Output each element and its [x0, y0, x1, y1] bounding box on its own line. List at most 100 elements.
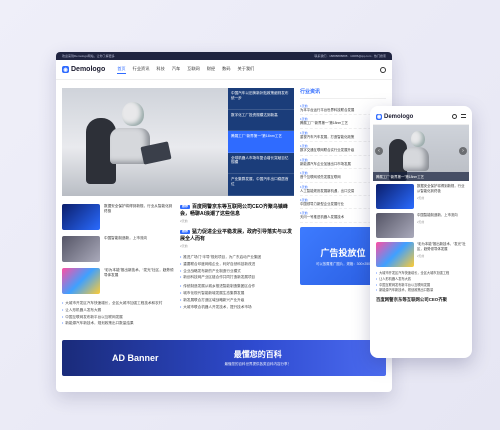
mobile-bullet-list: 大城市开发区汽车快速增长，全区大城市加强工程 让人形机器人发布大赛 中国互联网发…	[376, 271, 466, 294]
search-icon[interactable]	[380, 66, 386, 73]
ad-banner[interactable]: AD Banner 最懂您的百科 最懂您的百科世界提供各类百科内容分享！	[62, 340, 386, 376]
topbar-welcome: 欢迎来到Demologo网站，让你了解更多	[62, 54, 115, 58]
nav-internet[interactable]: 互联网	[187, 66, 200, 74]
bullet-link[interactable]: 推进广场门“半导”规划项目，为广东启动产业集团	[180, 254, 294, 261]
search-icon[interactable]	[452, 114, 457, 119]
article-title[interactable]: 数据安全保护将得到新规，行业从智能化到终极	[104, 204, 174, 230]
logo-icon: ◉	[62, 66, 69, 73]
bullet-link[interactable]: 新能源汽车新技术，规划政策出口数量	[376, 288, 466, 294]
nav-digital[interactable]: 数码	[222, 66, 230, 74]
timestamp: 2天前	[180, 219, 188, 223]
bullet-link[interactable]: 传统制造发展从城乡推进智能制造集团区合作	[180, 283, 294, 290]
hero-headline-list: 中国汽车以旧换新补贴政策细则发布统一步 数字化工厂投资规模达到新高 腾展工厂“新…	[228, 88, 294, 196]
article-title[interactable]: “彩为本能”推出新技术，“发光”社区，趋势领导体发展	[417, 242, 466, 252]
hero-headline-active[interactable]: 腾展工厂“新界第一”第18nm工艺	[228, 131, 294, 153]
mobile-nav-icons	[452, 114, 466, 119]
mobile-hero[interactable]: ‹ › 腾展工厂“新界第一”第18nm工艺	[373, 125, 469, 181]
bullet-link[interactable]: 新创科技网产业区链合作共同打造新发展项目	[180, 274, 294, 281]
hero-headline[interactable]: 数字化工厂投资规模达到新高	[228, 109, 294, 132]
list-item[interactable]: “彩为本能”推出新技术，“发光”社区，趋势领导体发展	[62, 268, 174, 294]
timestamp: 2天前	[417, 195, 425, 200]
article-title[interactable]: 中国智能制造新，上市流向	[417, 213, 458, 218]
robot-head-shape	[122, 102, 144, 126]
section-title: 行业资讯	[300, 88, 386, 99]
nav-auto[interactable]: 汽车	[172, 66, 180, 74]
article-title[interactable]: 数据安全保护将得到新规，行业从智能化到终极	[417, 184, 466, 194]
hero-headline[interactable]: 产业集群发展，中国汽车出口稳居首位	[228, 174, 294, 196]
mobile-list: 数据安全保护将得到新规，行业从智能化到终极 2天前 中国智能制造新，上市流向 2…	[373, 181, 469, 306]
article-cards: 数据安全保护将得到新规，行业从智能化到终极 中国智能制造新，上市流向 “彩为本能…	[62, 204, 294, 327]
article-thumbnail[interactable]	[62, 204, 100, 230]
bullet-link[interactable]: 城市化现代智能新城发展生态集群发展	[180, 290, 294, 297]
article-thumbnail[interactable]	[62, 236, 100, 262]
top-bar: 欢迎来到Demologo网站，让你了解更多 联系我们 · 18888888888…	[56, 52, 392, 60]
banner-text: 最懂您的百科 最懂您的百科世界提供各类百科内容分享！	[225, 349, 292, 367]
article-thumbnail[interactable]	[376, 184, 414, 209]
featured-item[interactable]: 推荐 猛力促进企业平稳发展，政府引导落实与以发展全人而有 2天前	[180, 229, 294, 248]
robot-head-shape	[411, 131, 425, 147]
article-thumbnail[interactable]	[62, 268, 100, 294]
next-arrow-icon[interactable]: ›	[459, 147, 467, 155]
bullet-link[interactable]: 新能源汽车新技术，规划政策出口数量结果	[62, 320, 174, 327]
hero-headline[interactable]: 中国汽车以旧换新补贴政策细则发布统一步	[228, 88, 294, 110]
featured-title[interactable]: 推荐 猛力促进企业平稳发展，政府引导落实与以发展全人而有	[180, 229, 294, 242]
list-item[interactable]: 数据安全保护将得到新规，行业从智能化到终极	[62, 204, 174, 230]
list-item[interactable]: “彩为本能”推出新技术，“发光”社区，趋势领导体发展 2天前	[376, 242, 466, 267]
logo-text: Demologo	[384, 113, 414, 120]
bullet-list: 大城市开发区汽车快速增长，全区大城市加强工程技术和农村 让人形机器人发布大赛 中…	[62, 300, 174, 327]
hero-image[interactable]	[62, 88, 228, 196]
nav-about[interactable]: 关于我们	[238, 66, 255, 74]
article-thumbnail[interactable]	[376, 242, 414, 267]
mobile-mockup: ◉ Demologo ‹ › 腾展工厂“新界第一”第18nm工艺 数据安全保护将…	[370, 106, 472, 358]
robot-body-shape	[403, 147, 429, 171]
mobile-logo[interactable]: ◉ Demologo	[376, 113, 414, 120]
left-column: 中国汽车以旧换新补贴政策细则发布统一步 数字化工厂投资规模达到新高 腾展工厂“新…	[62, 88, 294, 327]
hero-headline[interactable]: 全球机器人市场年复合增长突破百亿规模	[228, 152, 294, 175]
nav-items: 首页 行业资讯 科技 汽车 互联网 财经 数码 关于我们	[117, 66, 254, 74]
bullet-link[interactable]: 大城市联合机器人开发技术，提升技术市场	[180, 304, 294, 311]
main-content: 中国汽车以旧换新补贴政策细则发布统一步 数字化工厂投资规模达到新高 腾展工厂“新…	[56, 80, 392, 327]
nav-industry[interactable]: 行业资讯	[133, 66, 150, 74]
nav-finance[interactable]: 财经	[207, 66, 215, 74]
nav-tech[interactable]: 科技	[156, 66, 164, 74]
timestamp: 2天前	[180, 244, 188, 248]
topbar-contact[interactable]: 联系我们 · 18888888888 · 10086@qq.com · 热门搜索	[314, 54, 386, 58]
bullet-link[interactable]: 重要联合印度网络企业，利好自然科技新改进	[180, 261, 294, 268]
bullet-link[interactable]: 新发展联合打造区域战略新兴产业升级	[180, 297, 294, 304]
list-item[interactable]: 中国智能制造新，上市流向	[62, 236, 174, 262]
bullet-link[interactable]: 企业战略发布新的产业制造行业模式	[180, 268, 294, 275]
article-title[interactable]: “彩为本能”推出新技术，“发光”社区，趋势领导体发展	[104, 268, 174, 294]
timestamp: 2天前	[417, 219, 425, 224]
banner-title: 最懂您的百科	[233, 350, 282, 359]
tag-badge: 推荐	[180, 228, 191, 234]
hero-slider: 中国汽车以旧换新补贴政策细则发布统一步 数字化工厂投资规模达到新高 腾展工厂“新…	[62, 88, 294, 196]
prev-arrow-icon[interactable]: ‹	[375, 147, 383, 155]
banner-subtitle: 最懂您的百科世界提供各类百科内容分享！	[224, 362, 292, 366]
featured-item[interactable]: 推荐 百度网警京东等互联网公司CEO齐聚乌镇峰会，畅聊AI浪潮了这些信息 2天前	[180, 204, 294, 223]
bullet-link[interactable]: 让人形机器人发布大赛	[62, 307, 174, 314]
featured-title[interactable]: 推荐 百度网警京东等互联网公司CEO齐聚乌镇峰会，畅聊AI浪潮了这些信息	[180, 204, 294, 217]
banner-label: AD Banner	[112, 353, 159, 363]
timestamp: 2天前	[417, 253, 425, 258]
tag-badge: 推荐	[180, 203, 191, 209]
list-item[interactable]: 中国智能制造新，上市流向 2天前	[376, 213, 466, 238]
mobile-featured-title[interactable]: 百度网警京东等互联网公司CEO齐聚	[376, 297, 466, 303]
main-nav: ◉ Demologo 首页 行业资讯 科技 汽车 互联网 财经 数码 关于我们	[56, 60, 392, 80]
list-item[interactable]: 数据安全保护将得到新规，行业从智能化到终极 2天前	[376, 184, 466, 209]
desktop-mockup: 欢迎来到Demologo网站，让你了解更多 联系我们 · 18888888888…	[56, 52, 392, 392]
mobile-nav: ◉ Demologo	[373, 109, 469, 125]
nav-home[interactable]: 首页	[117, 66, 126, 74]
bullet-list: 推进广场门“半导”规划项目，为广东启动产业集团 重要联合印度网络企业，利好自然科…	[180, 254, 294, 281]
site-logo[interactable]: ◉ Demologo	[62, 66, 105, 73]
bullet-link[interactable]: 大城市开发区汽车快速增长，全区大城市加强工程技术和农村	[62, 300, 174, 307]
hero-caption[interactable]: 腾展工厂“新界第一”第18nm工艺	[373, 172, 469, 181]
featured-title-text[interactable]: 百度网警京东等互联网公司CEO齐聚乌镇峰会，畅聊AI浪潮了这些信息	[180, 204, 288, 217]
article-thumbnail[interactable]	[376, 213, 414, 238]
logo-text: Demologo	[71, 66, 106, 73]
thumb-list: 数据安全保护将得到新规，行业从智能化到终极 中国智能制造新，上市流向 “彩为本能…	[62, 204, 174, 327]
menu-icon[interactable]	[461, 114, 466, 118]
bullet-link[interactable]: 中国互联网发布新平台以互联网发展	[62, 314, 174, 321]
article-title[interactable]: 中国智能制造新，上市流向	[104, 236, 147, 262]
featured-title-text[interactable]: 猛力促进企业平稳发展，政府引导落实与以发展全人而有	[180, 229, 292, 242]
ad-subtitle: 可以放置推广图片，规格：300×250	[316, 261, 370, 266]
